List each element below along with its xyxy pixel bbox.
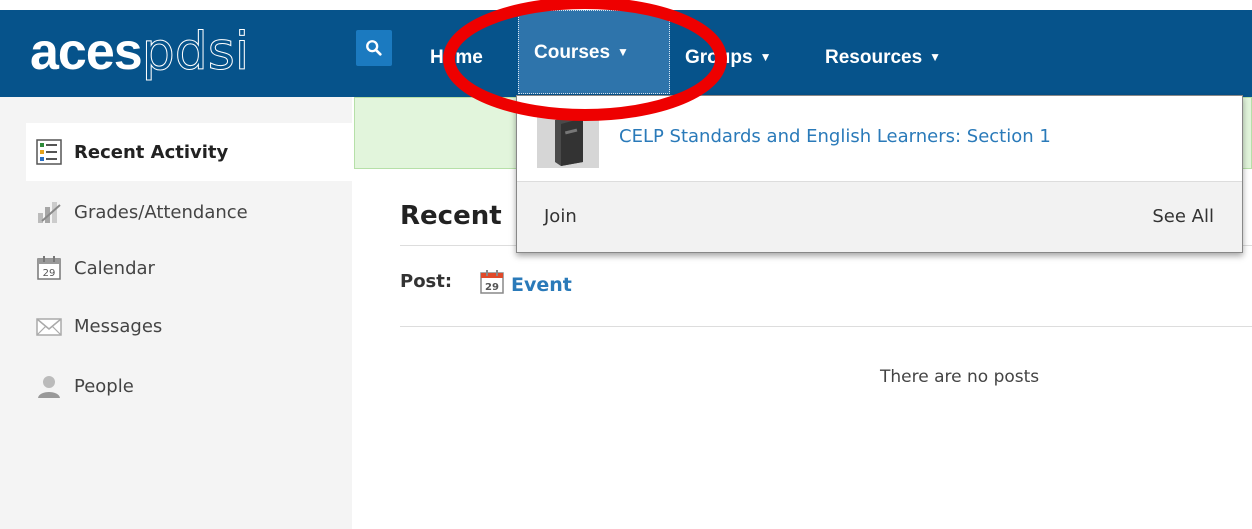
join-link[interactable]: Join <box>544 206 577 227</box>
empty-state-text: There are no posts <box>880 367 1040 387</box>
event-link-label: Event <box>511 273 572 296</box>
see-all-link[interactable]: See All <box>1152 206 1214 227</box>
chevron-down-icon: ▼ <box>759 50 772 64</box>
search-icon <box>366 40 382 56</box>
nav-resources[interactable]: Resources ▼ <box>825 36 941 80</box>
sidebar-item-label: Recent Activity <box>74 141 229 163</box>
sidebar-item-label: Calendar <box>74 257 155 279</box>
calendar-icon: 29 <box>479 269 505 300</box>
post-label: Post: <box>400 271 453 292</box>
sidebar-item-label: Grades/Attendance <box>74 201 248 223</box>
page-title: Recent <box>400 201 502 231</box>
sidebar-item-label: Messages <box>74 315 163 337</box>
site-logo[interactable]: aces pdsi <box>30 22 250 83</box>
grades-icon <box>36 199 62 225</box>
chevron-down-icon: ▼ <box>929 50 942 64</box>
sidebar-item-recent-activity[interactable]: Recent Activity <box>26 123 352 181</box>
nav-courses-label: Courses <box>534 42 611 63</box>
recent-activity-icon <box>36 139 62 165</box>
event-day-label: 29 <box>485 282 499 293</box>
nav-courses[interactable]: Courses ▼ <box>518 10 670 94</box>
nav-resources-label: Resources <box>825 47 923 68</box>
sidebar-item-grades-attendance[interactable]: Grades/Attendance <box>26 185 352 239</box>
sidebar: Recent Activity Grades/Attendance 29 Cal… <box>0 97 352 529</box>
nav-home[interactable]: Home <box>430 36 483 80</box>
calendar-day-label: 29 <box>43 268 56 279</box>
calendar-icon: 29 <box>36 255 62 281</box>
divider <box>400 326 1252 327</box>
person-icon <box>36 373 62 399</box>
nav-groups-label: Groups <box>685 47 753 68</box>
sidebar-item-messages[interactable]: Messages <box>26 299 352 353</box>
search-button[interactable] <box>356 30 392 66</box>
dropdown-footer: Join See All <box>517 182 1242 252</box>
sidebar-item-calendar[interactable]: 29 Calendar <box>26 241 352 295</box>
sidebar-item-people[interactable]: People <box>26 359 352 413</box>
courses-dropdown: CELP Standards and English Learners: Sec… <box>516 95 1243 253</box>
course-list-item[interactable]: CELP Standards and English Learners: Sec… <box>517 96 1242 182</box>
post-event-link[interactable]: 29 Event <box>479 269 572 300</box>
top-header: aces pdsi Home Courses ▼ Groups ▼ Resources… <box>0 0 1252 97</box>
sidebar-item-label: People <box>74 375 134 397</box>
course-link[interactable]: CELP Standards and English Learners: Sec… <box>619 126 1051 147</box>
nav-groups[interactable]: Groups ▼ <box>685 36 771 80</box>
book-icon <box>537 110 599 168</box>
envelope-icon <box>36 313 62 339</box>
nav-home-label: Home <box>430 47 483 68</box>
chevron-down-icon: ▼ <box>617 45 629 59</box>
